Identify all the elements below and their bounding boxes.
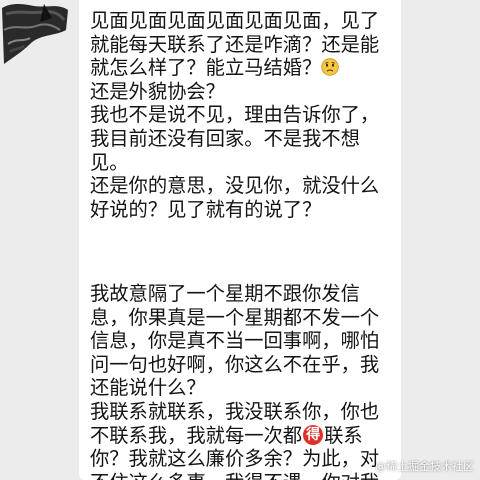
sender-avatar[interactable] bbox=[0, 0, 70, 68]
watermark: @稀土掘金技术社区 bbox=[375, 460, 474, 473]
message-text: 我故意隔了一个星期不跟你发信息，你果真是一个星期都不发一个信息，你是真不当一回事… bbox=[90, 282, 380, 447]
de-character-badge-icon: 得 bbox=[303, 424, 324, 445]
message-bubble[interactable]: 见面见面见面见面见面见面，见了就能每天联系了还是咋滴？还是能就怎么样了？能立马结… bbox=[79, 0, 401, 480]
badge-character: 得 bbox=[306, 426, 321, 443]
message-paragraph-1: 见面见面见面见面见面见面，见了就能每天联系了还是咋滴？还是能就怎么样了？能立马结… bbox=[90, 9, 395, 221]
message-text: 还是外貌协会？ 我也不是说不见，理由告诉你了，我目前还没有回家。不是我不想见。 … bbox=[90, 79, 380, 221]
message-paragraph-2: 我故意隔了一个星期不跟你发信息，你果真是一个星期都不发一个信息，你是真不当一回事… bbox=[90, 282, 395, 480]
scribble-avatar-icon bbox=[0, 0, 70, 68]
frowning-face-emoji-icon bbox=[321, 58, 340, 76]
